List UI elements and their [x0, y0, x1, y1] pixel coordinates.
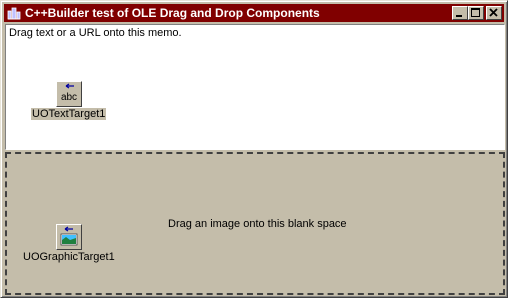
- minimize-icon: [456, 15, 462, 17]
- text-target-label: UOTextTarget1: [31, 108, 107, 120]
- close-button[interactable]: [486, 6, 502, 20]
- close-icon: [489, 8, 498, 17]
- app-icon[interactable]: [6, 5, 22, 21]
- image-drop-zone[interactable]: Drag an image onto this blank space UOGr…: [5, 152, 505, 295]
- abc-text-icon[interactable]: abc: [55, 81, 82, 107]
- main-window: C++Builder test of OLE Drag and Drop Com…: [0, 0, 508, 298]
- memo-field[interactable]: Drag text or a URL onto this memo. abc U…: [5, 24, 505, 150]
- minimize-button[interactable]: [452, 6, 468, 20]
- image-drop-icon[interactable]: [55, 224, 82, 250]
- text-target-component[interactable]: abc UOTextTarget1: [31, 81, 107, 120]
- title-bar[interactable]: C++Builder test of OLE Drag and Drop Com…: [4, 4, 504, 22]
- maximize-icon: [471, 8, 480, 17]
- graphic-target-label: UOGraphicTarget1: [23, 251, 115, 263]
- drop-zone-text: Drag an image onto this blank space: [168, 218, 347, 230]
- graphic-target-component[interactable]: UOGraphicTarget1: [22, 224, 116, 263]
- memo-text: Drag text or a URL onto this memo.: [9, 27, 182, 39]
- maximize-button[interactable]: [468, 6, 484, 20]
- window-title: C++Builder test of OLE Drag and Drop Com…: [25, 6, 320, 20]
- title-buttons: [452, 6, 502, 20]
- abc-icon-text: abc: [61, 92, 77, 103]
